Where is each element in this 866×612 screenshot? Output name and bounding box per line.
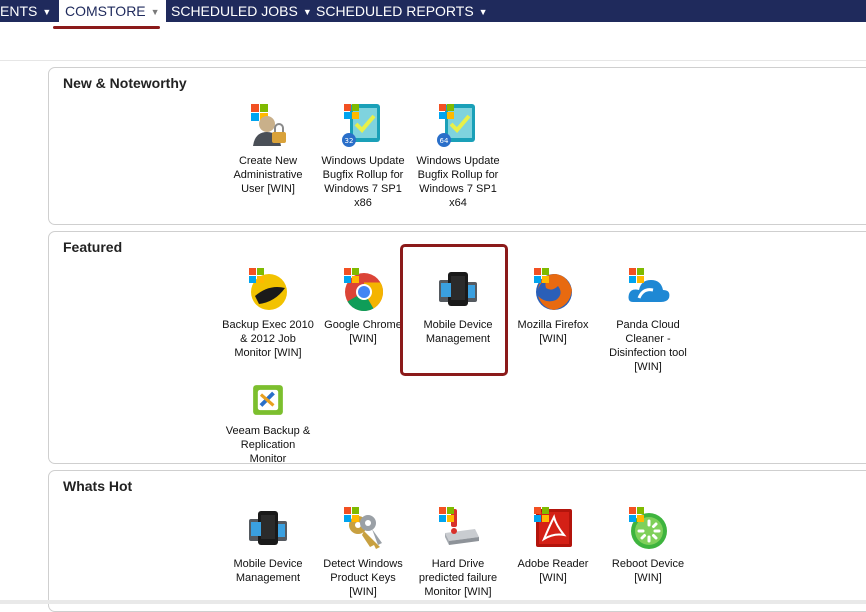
nav-item-scheduled-jobs[interactable]: SCHEDULED JOBS ▼ xyxy=(171,0,312,22)
nav-item-comstore[interactable]: COMSTORE ▼ xyxy=(59,0,166,22)
tile-label: Create New Administrative User [WIN] xyxy=(233,155,303,195)
backup-exec-icon xyxy=(249,268,287,310)
chevron-down-icon: ▼ xyxy=(478,7,488,17)
windows-update-icon: 32 xyxy=(342,104,380,147)
tile-detect-product-keys[interactable]: Detect Windows Product Keys [WIN] xyxy=(317,505,409,599)
veeam-icon xyxy=(253,385,283,415)
tile-reboot-device[interactable]: Reboot Device [WIN] xyxy=(602,505,694,585)
mobile-device-icon xyxy=(249,511,287,545)
section-new-noteworthy: New & Noteworthy Create New Administrati… xyxy=(48,67,866,225)
admin-user-icon xyxy=(251,104,286,146)
chrome-icon xyxy=(344,268,384,312)
section-title: Featured xyxy=(63,239,123,255)
active-tab-underline xyxy=(53,26,160,29)
tile-adobe-reader[interactable]: Adobe Reader [WIN] xyxy=(507,505,599,585)
highlight-box xyxy=(400,244,508,376)
windows-update-icon: 64 xyxy=(437,104,475,147)
hard-drive-icon xyxy=(439,507,479,545)
tile-veeam-backup[interactable]: Veeam Backup & Replication Monitor xyxy=(222,382,314,466)
tile-label: Detect Windows Product Keys [WIN] xyxy=(323,558,403,598)
tile-label: Mozilla Firefox [WIN] xyxy=(517,319,589,345)
top-nav: ENTS ▼ COMSTORE ▼ SCHEDULED JOBS ▼ SCHEDULE… xyxy=(0,0,866,22)
panda-cloud-icon xyxy=(628,268,670,302)
nav-item-label: COMSTORE xyxy=(65,3,146,19)
tile-label: Veeam Backup & Replication Monitor xyxy=(225,425,311,465)
bottom-divider xyxy=(0,600,866,604)
section-title: New & Noteworthy xyxy=(63,75,187,91)
nav-item-label: SCHEDULED REPORTS xyxy=(316,3,474,19)
svg-text:64: 64 xyxy=(440,137,449,145)
reboot-icon xyxy=(629,507,667,549)
firefox-icon xyxy=(534,268,572,310)
tile-label: Adobe Reader [WIN] xyxy=(517,558,589,584)
nav-item-label: ENTS xyxy=(0,3,38,19)
tile-create-admin-user[interactable]: Create New Administrative User [WIN] xyxy=(222,102,314,196)
nav-item-scheduled-reports[interactable]: SCHEDULED REPORTS ▼ xyxy=(316,0,488,22)
tile-label: Google Chrome [WIN] xyxy=(324,319,402,345)
chevron-down-icon: ▼ xyxy=(302,7,312,17)
header-divider xyxy=(0,60,866,61)
tile-panda-cloud-cleaner[interactable]: Panda Cloud Cleaner - Disinfection tool … xyxy=(602,266,694,374)
tile-mozilla-firefox[interactable]: Mozilla Firefox [WIN] xyxy=(507,266,599,346)
tile-label: Mobile Device Management xyxy=(233,558,303,584)
product-keys-icon xyxy=(344,507,382,549)
section-whats-hot: Whats Hot Mobile Device Management Detec… xyxy=(48,470,866,612)
tile-mobile-device-management[interactable]: Mobile Device Management xyxy=(222,505,314,585)
section-title: Whats Hot xyxy=(63,478,133,494)
tile-label: Windows Update Bugfix Rollup for Windows… xyxy=(321,155,405,209)
chevron-down-icon: ▼ xyxy=(150,7,160,17)
tile-windows-update-x64[interactable]: 64 Windows Update Bugfix Rollup for Wind… xyxy=(412,102,504,210)
tile-windows-update-x86[interactable]: 32 Windows Update Bugfix Rollup for Wind… xyxy=(317,102,409,210)
svg-text:32: 32 xyxy=(345,137,354,145)
chevron-down-icon: ▼ xyxy=(42,7,52,17)
nav-item-ents[interactable]: ENTS ▼ xyxy=(0,0,51,22)
nav-item-label: SCHEDULED JOBS xyxy=(171,3,298,19)
tile-label: Windows Update Bugfix Rollup for Windows… xyxy=(416,155,500,209)
tile-label: Hard Drive predicted failure Monitor [WI… xyxy=(418,558,498,598)
tile-backup-exec[interactable]: Backup Exec 2010 & 2012 Job Monitor [WIN… xyxy=(222,266,314,360)
tile-google-chrome[interactable]: Google Chrome [WIN] xyxy=(317,266,409,346)
adobe-reader-icon xyxy=(534,507,572,547)
tile-label: Panda Cloud Cleaner - Disinfection tool … xyxy=(609,319,687,373)
tile-label: Backup Exec 2010 & 2012 Job Monitor [WIN… xyxy=(222,319,314,359)
tile-hard-drive-monitor[interactable]: Hard Drive predicted failure Monitor [WI… xyxy=(412,505,504,599)
tile-label: Reboot Device [WIN] xyxy=(611,558,685,584)
